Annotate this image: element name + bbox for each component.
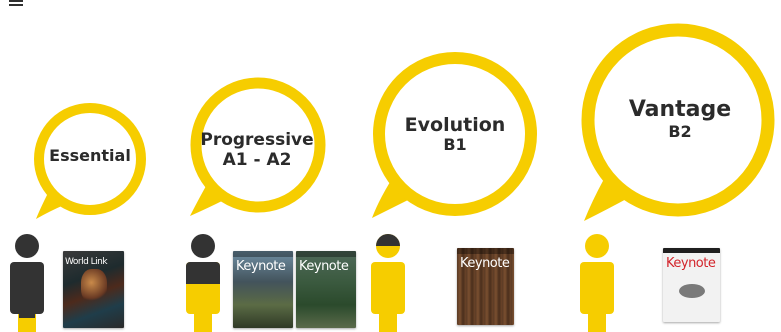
level-name: Progressive bbox=[200, 130, 314, 150]
book-cover-keynote-b1[interactable]: Keynote bbox=[457, 248, 514, 325]
cover-strip bbox=[457, 248, 514, 254]
book-title: Keynote bbox=[460, 256, 510, 271]
book-cover-keynote-a2[interactable]: Keynote bbox=[296, 251, 356, 328]
level-code: B1 bbox=[443, 135, 467, 155]
level-code: B2 bbox=[668, 121, 692, 141]
person-icon bbox=[186, 234, 220, 332]
book-title: Keynote bbox=[666, 256, 716, 271]
book-cover-world-link[interactable]: World Link bbox=[63, 251, 124, 328]
level-name: Vantage bbox=[628, 97, 732, 122]
book-title: World Link bbox=[65, 257, 108, 267]
person-figure-progressive bbox=[186, 234, 220, 332]
person-figure-essential bbox=[10, 234, 44, 332]
book-title: Keynote bbox=[236, 259, 286, 274]
book-cover-keynote-a1[interactable]: Keynote bbox=[233, 251, 293, 328]
cover-strip bbox=[663, 248, 720, 253]
cover-art bbox=[679, 284, 705, 298]
level-name: Evolution bbox=[404, 114, 506, 136]
hamburger-menu-icon[interactable] bbox=[9, 0, 23, 8]
menu-bar bbox=[9, 0, 23, 2]
cover-art bbox=[81, 269, 107, 303]
level-code: A1 - A2 bbox=[222, 150, 292, 171]
cover-strip bbox=[233, 251, 293, 257]
level-bubble-essential: Essential bbox=[28, 97, 152, 221]
person-icon bbox=[10, 234, 44, 332]
book-cover-keynote-b2[interactable]: Keynote bbox=[663, 248, 720, 322]
level-name: Essential bbox=[49, 146, 131, 165]
cover-strip bbox=[296, 251, 356, 257]
level-bubble-vantage: Vantage B2 bbox=[570, 15, 780, 225]
level-bubble-evolution: Evolution B1 bbox=[362, 42, 542, 222]
menu-bar bbox=[9, 4, 23, 6]
level-bubble-progressive: Progressive A1 - A2 bbox=[182, 70, 332, 220]
person-icon bbox=[371, 234, 405, 332]
person-icon bbox=[580, 234, 614, 332]
book-title: Keynote bbox=[299, 259, 349, 274]
person-figure-evolution bbox=[371, 234, 405, 332]
person-figure-vantage bbox=[580, 234, 614, 332]
